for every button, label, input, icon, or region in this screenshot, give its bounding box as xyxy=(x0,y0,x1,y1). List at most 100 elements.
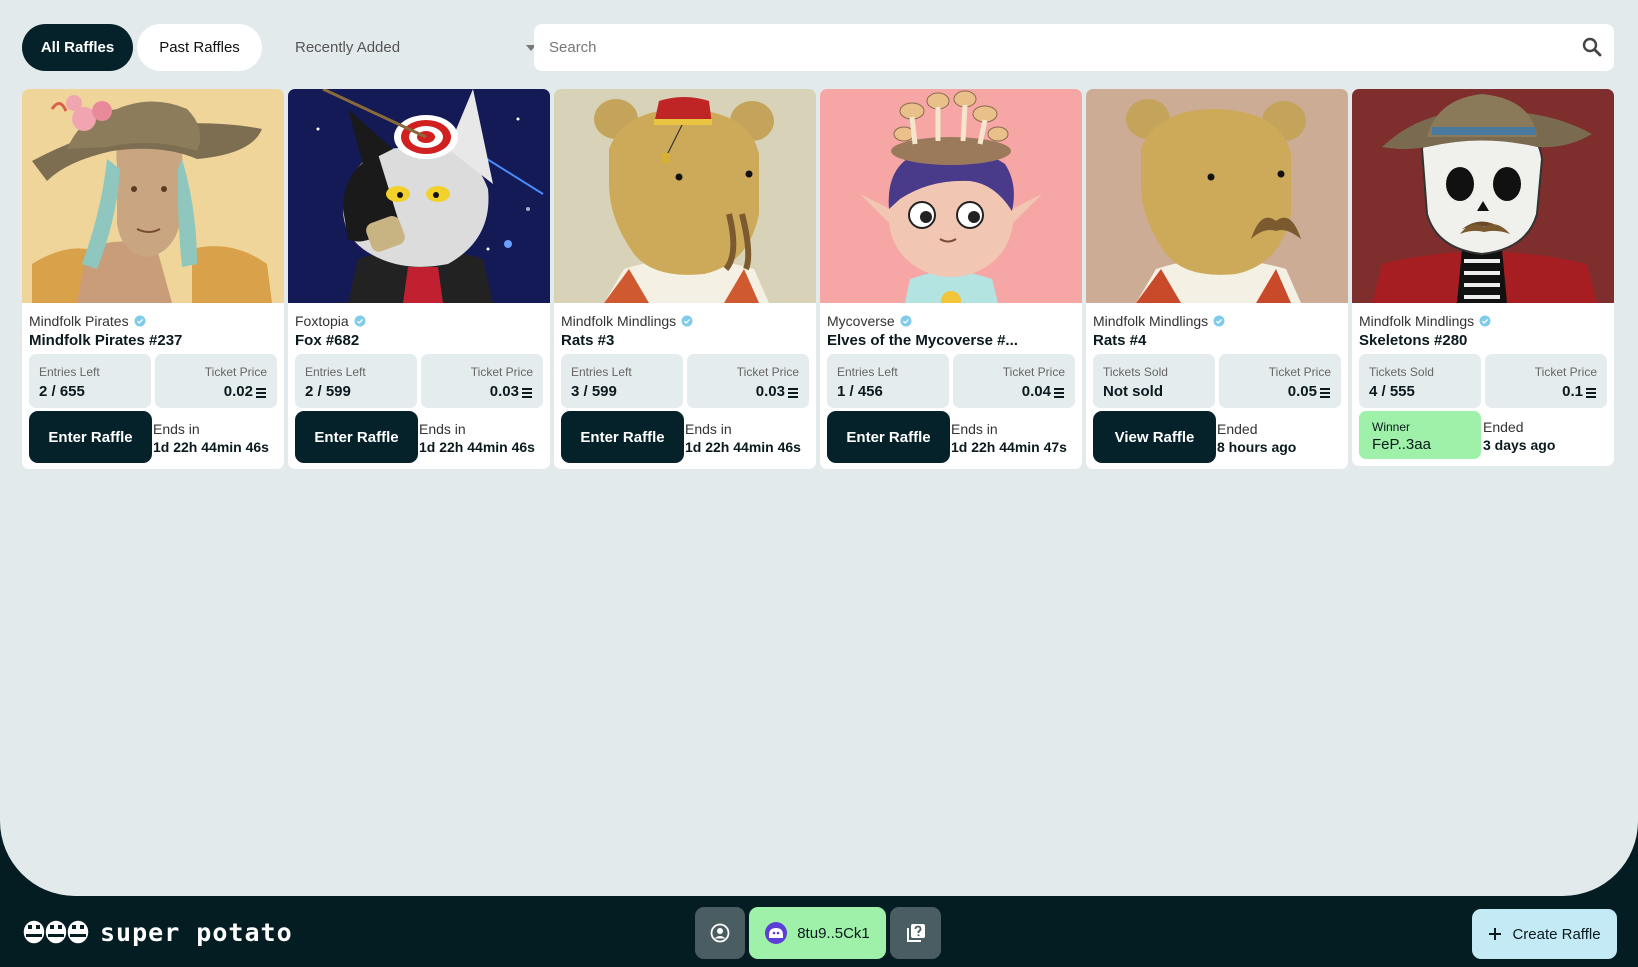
collection-name: Mindfolk Mindlings xyxy=(561,313,693,329)
entries-stat: Entries Left 1 / 456 xyxy=(827,354,949,408)
price-stat: Ticket Price 0.04 xyxy=(953,354,1075,408)
price-label: Ticket Price xyxy=(1002,365,1065,379)
collection-name: Mindfolk Pirates xyxy=(29,313,146,329)
sol-icon xyxy=(788,387,798,398)
profile-button[interactable] xyxy=(695,907,745,959)
price-stat: Ticket Price 0.02 xyxy=(155,354,277,408)
search-icon[interactable] xyxy=(1582,37,1602,57)
stat-value: 2 / 655 xyxy=(39,383,85,400)
help-icon xyxy=(906,924,925,942)
end-time: Ends in 1d 22h 44min 47s xyxy=(951,421,1067,455)
entries-stat: Entries Left 3 / 599 xyxy=(561,354,683,408)
logo[interactable]: super potato xyxy=(22,917,293,947)
nft-image[interactable] xyxy=(820,89,1082,303)
nft-image[interactable] xyxy=(22,89,284,303)
price-stat: Ticket Price 0.05 xyxy=(1219,354,1341,408)
logo-wordmark: super potato xyxy=(100,917,293,947)
raffle-card[interactable]: Mycoverse Elves of the Mycoverse #... En… xyxy=(820,89,1082,469)
verified-icon xyxy=(1479,315,1491,327)
wallet-address: 8tu9..5Ck1 xyxy=(797,924,870,942)
stat-label: Tickets Sold xyxy=(1369,365,1434,379)
stat-label: Entries Left xyxy=(837,365,898,379)
help-button[interactable] xyxy=(890,907,941,959)
nft-name: Rats #3 xyxy=(561,332,615,349)
tickets-sold-stat: Tickets Sold Not sold xyxy=(1093,354,1215,408)
stat-label: Entries Left xyxy=(305,365,366,379)
nft-name: Skeletons #280 xyxy=(1359,332,1468,349)
price-label: Ticket Price xyxy=(204,365,267,379)
filter-bar: All Raffles Past Raffles Recently Added xyxy=(22,24,1614,71)
create-raffle-label: Create Raffle xyxy=(1512,925,1601,943)
price-label: Ticket Price xyxy=(470,365,533,379)
verified-icon xyxy=(134,315,146,327)
nft-name: Fox #682 xyxy=(295,332,360,349)
entries-stat: Entries Left 2 / 599 xyxy=(295,354,417,408)
wallet-avatar-icon xyxy=(765,922,788,944)
tab-all-raffles[interactable]: All Raffles xyxy=(22,24,133,71)
tab-past-raffles[interactable]: Past Raffles xyxy=(137,24,262,71)
stat-label: Tickets Sold xyxy=(1103,365,1168,379)
end-time: Ends in 1d 22h 44min 46s xyxy=(419,421,535,455)
view-raffle-button[interactable]: View Raffle xyxy=(1093,411,1216,463)
winner-address: FeP..3aa xyxy=(1372,436,1431,453)
price-stat: Ticket Price 0.1 xyxy=(1485,354,1607,408)
profile-icon xyxy=(710,923,730,943)
collection-name: Foxtopia xyxy=(295,313,366,329)
sol-icon xyxy=(522,387,532,398)
stat-label: Entries Left xyxy=(39,365,100,379)
sol-icon xyxy=(1586,387,1596,398)
winner-label: Winner xyxy=(1372,420,1411,434)
nft-image[interactable] xyxy=(1086,89,1348,303)
sol-icon xyxy=(256,387,266,398)
price-stat: Ticket Price 0.03 xyxy=(687,354,809,408)
price-stat: Ticket Price 0.03 xyxy=(421,354,543,408)
stat-value: 3 / 599 xyxy=(571,383,617,400)
sol-icon xyxy=(1054,387,1064,398)
raffle-card[interactable]: Mindfolk Pirates Mindfolk Pirates #237 E… xyxy=(22,89,284,469)
sort-selected: Recently Added xyxy=(295,39,401,56)
price-value: 0.05 xyxy=(1288,383,1331,400)
collection-name: Mindfolk Mindlings xyxy=(1359,313,1491,329)
raffle-card[interactable]: Mindfolk Mindlings Rats #4 Tickets Sold … xyxy=(1086,89,1348,469)
search-input[interactable] xyxy=(534,25,1534,70)
enter-raffle-button[interactable]: Enter Raffle xyxy=(561,411,684,463)
enter-raffle-button[interactable]: Enter Raffle xyxy=(295,411,418,463)
price-value: 0.04 xyxy=(1022,383,1065,400)
enter-raffle-button[interactable]: Enter Raffle xyxy=(29,411,152,463)
sort-dropdown[interactable]: Recently Added xyxy=(283,24,546,71)
wallet-button[interactable]: 8tu9..5Ck1 xyxy=(749,907,886,959)
nft-image[interactable] xyxy=(288,89,550,303)
sol-icon xyxy=(1320,387,1330,398)
price-value: 0.02 xyxy=(224,383,267,400)
nft-name: Rats #4 xyxy=(1093,332,1147,349)
raffle-grid: Mindfolk Pirates Mindfolk Pirates #237 E… xyxy=(22,89,1614,469)
stat-value: Not sold xyxy=(1103,383,1163,400)
nft-name: Mindfolk Pirates #237 xyxy=(29,332,183,349)
end-time: Ends in 1d 22h 44min 46s xyxy=(685,421,801,455)
end-time: Ends in 1d 22h 44min 46s xyxy=(153,421,269,455)
price-value: 0.03 xyxy=(490,383,533,400)
price-value: 0.03 xyxy=(756,383,799,400)
enter-raffle-button[interactable]: Enter Raffle xyxy=(827,411,950,463)
raffle-card[interactable]: Mindfolk Mindlings Rats #3 Entries Left … xyxy=(554,89,816,469)
stat-value: 2 / 599 xyxy=(305,383,351,400)
end-time: Ended 3 days ago xyxy=(1483,419,1556,453)
raffle-card[interactable]: Foxtopia Fox #682 Entries Left 2 / 599 T… xyxy=(288,89,550,469)
nft-image[interactable] xyxy=(1352,89,1614,303)
search-bar xyxy=(534,24,1614,71)
stat-value: 4 / 555 xyxy=(1369,383,1415,400)
raffle-card[interactable]: Mindfolk Mindlings Skeletons #280 Ticket… xyxy=(1352,89,1614,466)
nft-image[interactable] xyxy=(554,89,816,303)
main-panel: All Raffles Past Raffles Recently Added xyxy=(0,0,1638,896)
price-label: Ticket Price xyxy=(1268,365,1331,379)
verified-icon xyxy=(900,315,912,327)
stat-value: 1 / 456 xyxy=(837,383,883,400)
collection-name: Mindfolk Mindlings xyxy=(1093,313,1225,329)
tickets-sold-stat: Tickets Sold 4 / 555 xyxy=(1359,354,1481,408)
create-raffle-button[interactable]: Create Raffle xyxy=(1472,909,1617,959)
price-label: Ticket Price xyxy=(736,365,799,379)
price-value: 0.1 xyxy=(1562,383,1597,400)
entries-stat: Entries Left 2 / 655 xyxy=(29,354,151,408)
winner-badge: Winner FeP..3aa xyxy=(1359,411,1481,459)
verified-icon xyxy=(681,315,693,327)
